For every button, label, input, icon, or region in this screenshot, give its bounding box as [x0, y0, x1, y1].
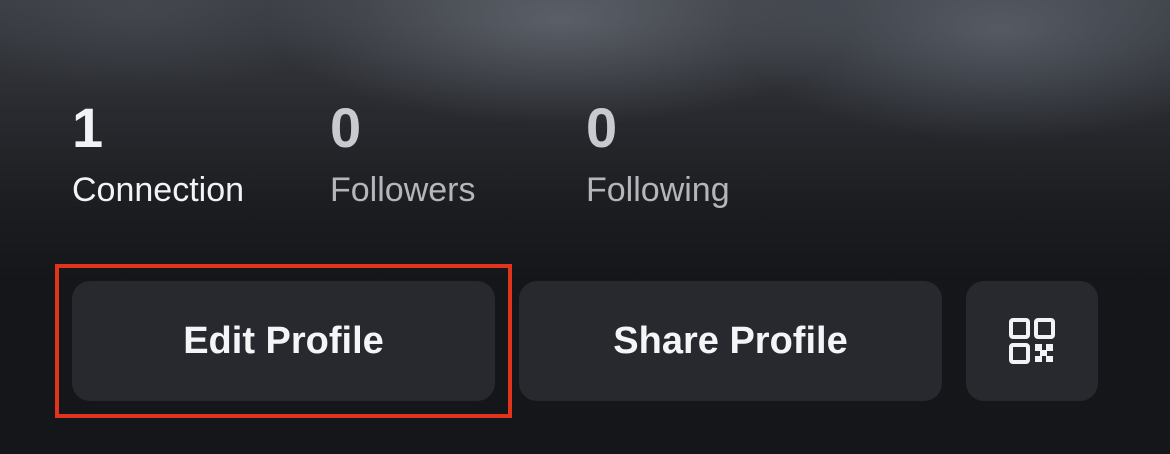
edit-profile-label: Edit Profile [183, 319, 384, 362]
followers-label: Followers [330, 171, 476, 209]
profile-header: 1 Connection 0 Followers 0 Following Edi… [0, 0, 1170, 454]
connection-label: Connection [72, 171, 245, 209]
connection-stat[interactable]: 1 Connection [72, 96, 244, 212]
edit-profile-button[interactable]: Edit Profile [72, 281, 495, 401]
share-profile-label: Share Profile [613, 319, 848, 362]
followers-count: 0 [330, 96, 362, 159]
following-stat[interactable]: 0 Following [586, 96, 730, 212]
qr-code-button[interactable] [966, 281, 1098, 401]
following-label: Following [586, 171, 730, 209]
share-profile-button[interactable]: Share Profile [519, 281, 942, 401]
connection-count: 1 [72, 96, 104, 159]
followers-stat[interactable]: 0 Followers [330, 96, 475, 212]
qr-code-icon [1008, 317, 1056, 365]
following-count: 0 [586, 96, 618, 159]
